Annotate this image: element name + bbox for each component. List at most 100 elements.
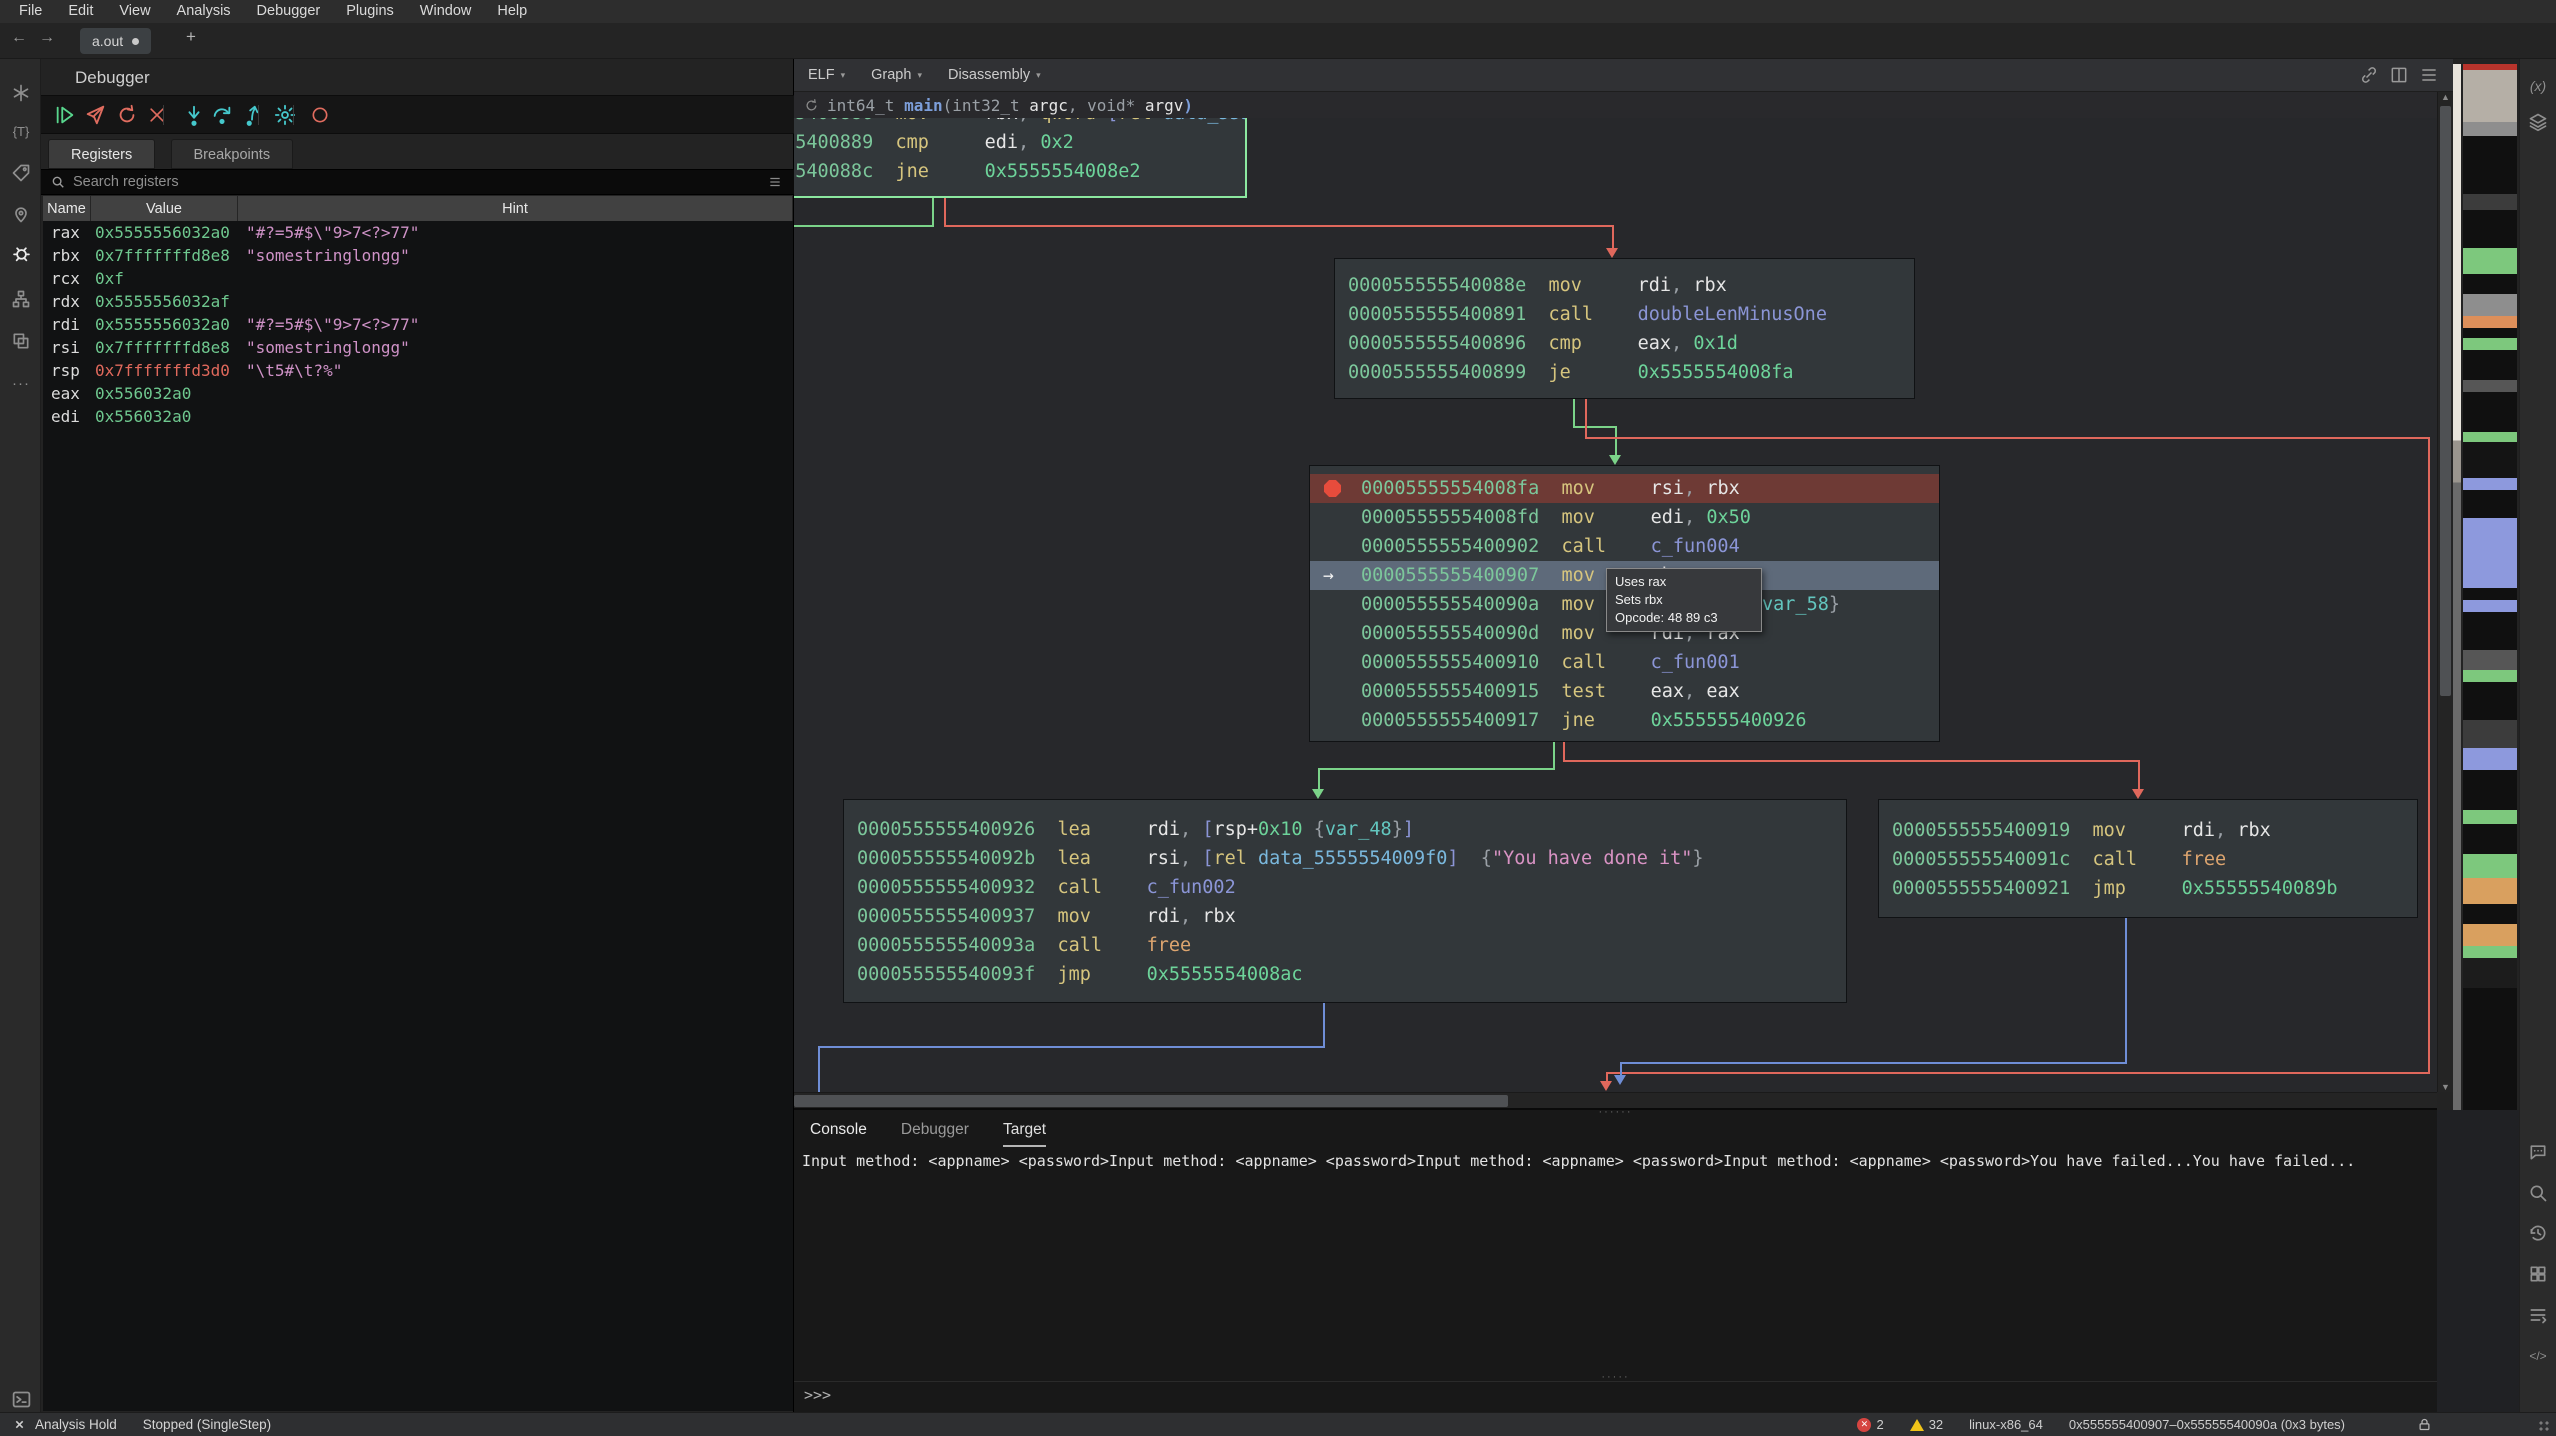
restart-button[interactable]	[115, 103, 139, 127]
block-926[interactable]: 0000555555400926 lea rdi, [rsp+0x10 {var…	[843, 799, 1847, 1003]
scrollbar-thumb[interactable]	[794, 1095, 1508, 1107]
register-row-edi[interactable]: edi0x556032a0	[43, 405, 793, 428]
analysis-hold-icon[interactable]	[14, 1419, 25, 1430]
disassembly-graph[interactable]: Uses raxSets rbxOpcode: 48 89 c3 0000555…	[794, 118, 2437, 1092]
scrollbar-thumb[interactable]	[2440, 106, 2451, 696]
refresh-icon[interactable]	[804, 98, 819, 113]
variables-icon[interactable]: (x)	[2527, 75, 2549, 97]
search-menu-icon[interactable]	[768, 175, 782, 189]
pin-icon[interactable]	[9, 202, 33, 226]
lock-icon[interactable]	[2417, 1417, 2432, 1432]
stop-button[interactable]	[145, 103, 169, 127]
menu-analysis[interactable]: Analysis	[164, 0, 244, 23]
step-into-button[interactable]	[182, 103, 206, 127]
scroll-up-icon[interactable]: ▲	[2441, 92, 2450, 102]
register-row-rsp[interactable]: rsp0x7fffffffd3d0"\t5#\t?%"	[43, 359, 793, 382]
menu-edit[interactable]: Edit	[55, 0, 106, 23]
register-value[interactable]: 0x7fffffffd8e8	[95, 336, 230, 359]
menu-view[interactable]: View	[106, 0, 163, 23]
scroll-down-icon[interactable]: ▼	[2441, 1082, 2450, 1092]
nav-back-icon[interactable]: ←	[8, 29, 30, 47]
column-header-name[interactable]: Name	[43, 196, 91, 221]
error-count[interactable]: ✕2	[1857, 1417, 1883, 1432]
disasm-line[interactable]: 0000555555400919 mov rdi, rbx	[1879, 816, 2417, 845]
type-icon[interactable]: {T}	[9, 119, 33, 143]
register-value[interactable]: 0x5555556032af	[95, 290, 230, 313]
document-tab[interactable]: a.out	[80, 28, 151, 54]
register-row-rdx[interactable]: rdx0x5555556032af	[43, 290, 793, 313]
console-tab-console[interactable]: Console	[810, 1115, 867, 1147]
sitemap-icon[interactable]	[9, 287, 33, 311]
register-value[interactable]: 0x556032a0	[95, 405, 191, 428]
link-views-icon[interactable]	[2359, 65, 2379, 85]
disasm-line[interactable]: 0000555555400917 jne 0x555555400926	[1310, 706, 1939, 735]
disasm-line[interactable]: 0000555555400926 lea rdi, [rsp+0x10 {var…	[844, 815, 1846, 844]
register-row-rbx[interactable]: rbx0x7fffffffd8e8"somestringlongg"	[43, 244, 793, 267]
column-header-value[interactable]: Value	[91, 196, 238, 221]
menu-window[interactable]: Window	[407, 0, 485, 23]
block-919[interactable]: 0000555555400919 mov rdi, rbx 00005555554…	[1878, 799, 2418, 918]
search-icon[interactable]	[2527, 1182, 2549, 1204]
disasm-line[interactable]: 00005555554008fa mov rsi, rbx	[1310, 474, 1939, 503]
register-search-row[interactable]: Search registers	[41, 169, 794, 195]
tag-icon[interactable]	[9, 161, 33, 185]
register-value[interactable]: 0x7fffffffd3d0	[95, 359, 230, 382]
view-menu-elf[interactable]: ELF▾	[808, 67, 845, 83]
analysis-status[interactable]: Analysis Hold	[35, 1417, 117, 1432]
console-tab-debugger[interactable]: Debugger	[901, 1115, 969, 1147]
prompt-resize-handle[interactable]: ·····	[1601, 1373, 1629, 1381]
new-tab-button[interactable]: +	[186, 27, 196, 47]
register-row-rax[interactable]: rax0x5555556032a0"#?=5#$\"9>7<?>77"	[43, 221, 793, 244]
window-resize-grip[interactable]	[2538, 1420, 2550, 1432]
register-row-rsi[interactable]: rsi0x7fffffffd8e8"somestringlongg"	[43, 336, 793, 359]
console-tab-target[interactable]: Target	[1003, 1115, 1046, 1147]
feature-map[interactable]	[2463, 64, 2517, 1110]
menu-debugger[interactable]: Debugger	[244, 0, 334, 23]
register-row-eax[interactable]: eax0x556032a0	[43, 382, 793, 405]
console-resize-handle[interactable]: ······	[1599, 1108, 1633, 1116]
disasm-line[interactable]: 0000555555400891 call doubleLenMinusOne	[1335, 300, 1914, 329]
breakpoint-icon[interactable]	[1324, 480, 1341, 497]
terminal-icon[interactable]	[9, 1387, 33, 1411]
ellipsis-icon[interactable]: ···	[9, 371, 33, 395]
feature-map-position-strip[interactable]	[2453, 64, 2461, 1110]
split-view-icon[interactable]	[2389, 65, 2409, 85]
register-value[interactable]: 0xf	[95, 267, 124, 290]
register-row-rcx[interactable]: rcx0xf	[43, 267, 793, 290]
disasm-line[interactable]: 000055555540093f jmp 0x5555554008ac	[844, 960, 1846, 989]
stack-icon[interactable]	[2527, 1304, 2549, 1326]
register-row-rdi[interactable]: rdi0x5555556032a0"#?=5#$\"9>7<?>77"	[43, 313, 793, 336]
asterisk-icon[interactable]	[9, 81, 33, 105]
grid-icon[interactable]	[2527, 1263, 2549, 1285]
menu-plugins[interactable]: Plugins	[333, 0, 407, 23]
disasm-line[interactable]: 0000555555400899 je 0x5555554008fa	[1335, 358, 1914, 387]
step-return-button[interactable]	[240, 103, 264, 127]
disasm-line[interactable]: 0000555555400896 cmp eax, 0x1d	[1335, 329, 1914, 358]
menu-help[interactable]: Help	[484, 0, 540, 23]
disasm-line[interactable]: 000055555540093a call free	[844, 931, 1846, 960]
disasm-line[interactable]: 000055555540088e mov rdi, rbx	[1335, 271, 1914, 300]
launch-button[interactable]	[83, 103, 107, 127]
console-prompt[interactable]: >>>	[804, 1386, 831, 1404]
tab-registers[interactable]: Registers	[48, 139, 155, 169]
column-header-hint[interactable]: Hint	[238, 196, 793, 221]
code-icon[interactable]: </>	[2527, 1345, 2549, 1367]
console-prompt-row[interactable]: >>>	[794, 1381, 2437, 1408]
block-top[interactable]: 0000555555400886 mov rbx, qword [rel dat…	[794, 118, 1247, 198]
resume-button[interactable]	[53, 103, 77, 127]
disasm-line[interactable]: 0000555555400910 call c_fun001	[1310, 648, 1939, 677]
menu-file[interactable]: File	[6, 0, 55, 23]
disasm-line[interactable]: 000055555540092b lea rsi, [rel data_5555…	[844, 844, 1846, 873]
warning-count[interactable]: 32	[1910, 1417, 1943, 1432]
graph-vertical-scrollbar[interactable]: ▲ ▼	[2437, 92, 2453, 1092]
disasm-line[interactable]: 000055555540088c jne 0x5555554008e2	[794, 157, 1245, 186]
register-value[interactable]: 0x5555556032a0	[95, 313, 230, 336]
block-88e[interactable]: 000055555540088e mov rdi, rbx00005555554…	[1334, 258, 1915, 399]
disasm-line[interactable]: 0000555555400921 jmp 0x55555540089b	[1879, 874, 2417, 903]
register-value[interactable]: 0x7fffffffd8e8	[95, 244, 230, 267]
view-menu-disassembly[interactable]: Disassembly▾	[948, 67, 1041, 83]
register-search-input[interactable]: Search registers	[73, 174, 179, 190]
disasm-line[interactable]: 0000555555400915 test eax, eax	[1310, 677, 1939, 706]
disasm-line[interactable]: 0000555555400902 call c_fun004	[1310, 532, 1939, 561]
disasm-line[interactable]: 00005555554008fd mov edi, 0x50	[1310, 503, 1939, 532]
